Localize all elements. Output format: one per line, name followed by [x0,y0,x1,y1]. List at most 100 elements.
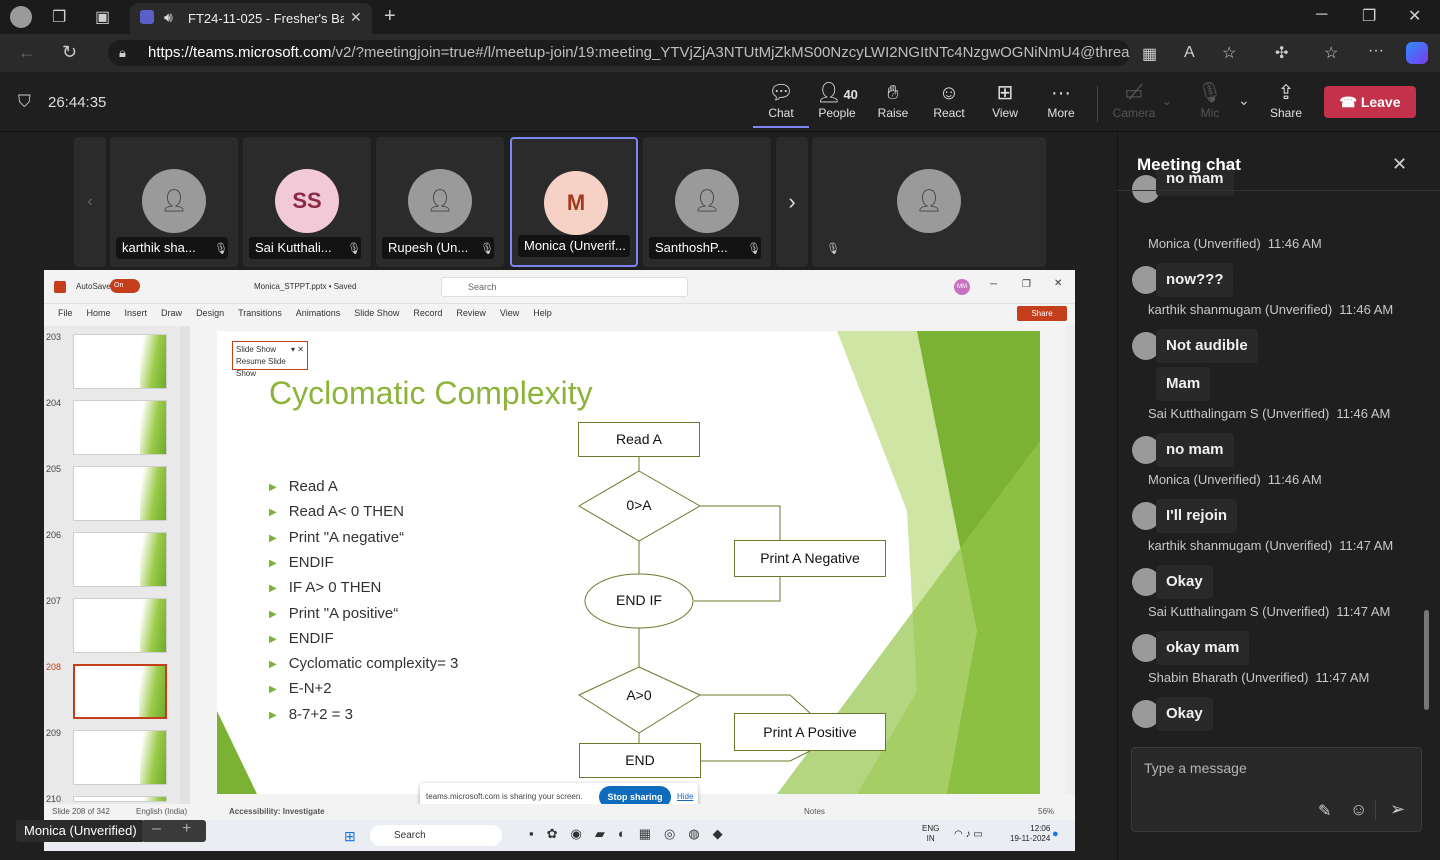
ppt-minimize-icon[interactable]: ─ [990,279,997,290]
ribbon-tab[interactable]: Animations [296,308,341,318]
message-bubble[interactable]: Okay [1156,697,1213,731]
ribbon-tab[interactable]: File [58,308,73,318]
participant-tile[interactable]: 👤︎ SanthoshP... 🎙︎ [643,137,771,267]
participant-tile-speaking[interactable]: M Monica (Unverif... [510,137,638,267]
new-tab-icon[interactable]: + [384,5,396,28]
copilot-icon[interactable] [1406,42,1428,64]
notes-button[interactable]: Notes [804,807,825,816]
autosave-toggle[interactable]: On [110,279,140,293]
participant-tile[interactable]: 👤︎ Rupesh (Un... 🎙︎ [376,137,504,267]
close-chat-icon[interactable]: ✕ [1392,154,1407,175]
read-aloud-icon[interactable]: A [1184,44,1195,62]
leave-button[interactable]: ☎︎ Leave [1324,86,1416,118]
lock-icon[interactable]: 🔒︎ [119,45,126,61]
close-tab-icon[interactable]: ✕ [350,9,362,26]
message-bubble[interactable]: Mam [1156,367,1211,401]
hide-link[interactable]: Hide [677,792,693,801]
slide-thumbnail[interactable] [73,532,167,587]
thumbs-scrollbar[interactable] [180,326,190,804]
ribbon-tab[interactable]: Record [413,308,442,318]
camera-options-chevron-icon[interactable]: ⌄ [1162,94,1172,108]
message-bubble[interactable]: now??? [1156,263,1234,297]
participant-tile[interactable]: 👤︎ 🎙︎ [812,137,1046,267]
start-icon[interactable]: ⊞ [344,828,356,845]
restore-icon[interactable]: ❐ [1362,6,1376,26]
minimize-self-icon[interactable]: – [152,820,161,838]
network-icon[interactable]: ◠ ♪ ▭ [954,829,983,840]
refresh-icon[interactable]: ↻ [62,42,77,63]
settings-more-icon[interactable]: ··· [1368,42,1384,60]
slide-thumbnail[interactable] [73,730,167,785]
tiles-prev-icon[interactable]: ‹ [74,137,106,267]
self-view-controls[interactable]: – + [142,820,206,842]
workspaces-icon[interactable]: ❐ [52,7,66,27]
ppt-close-icon[interactable]: ✕ [1054,278,1062,289]
ppt-user-avatar[interactable]: MM [954,279,970,295]
ribbon-tab[interactable]: View [500,308,519,318]
camera-button[interactable]: ▭̸ Camera [1106,80,1162,128]
ribbon-tab[interactable]: Transitions [238,308,282,318]
slide-thumbnail[interactable] [73,664,167,719]
participant-tile[interactable]: SS Sai Kutthali... 🎙︎ [243,137,371,267]
slide-thumbnail[interactable] [73,400,167,455]
minimize-icon[interactable]: ─ [1316,6,1327,24]
slideshow-close-icon[interactable]: ▾ ✕ [291,344,304,356]
message-bubble[interactable]: I'll rejoin [1156,499,1238,533]
close-window-icon[interactable]: ✕ [1408,6,1421,26]
message-bubble[interactable]: Not audible [1156,329,1258,363]
expand-self-icon[interactable]: + [182,820,191,838]
participant-tile[interactable]: 👤︎ karthik sha... 🎙︎ [110,137,238,267]
raise-hand-button[interactable]: ✋︎ Raise [865,80,921,128]
ribbon-tab[interactable]: Design [196,308,224,318]
profile-icon[interactable] [10,6,32,28]
browser-tab-active[interactable]: 🔊︎ FT24-11-025 - Fresher's Batc ✕ [130,3,372,34]
ppt-search[interactable]: Search [441,277,688,297]
share-button[interactable]: ⇪ Share [1258,80,1314,128]
slide-thumbnail[interactable] [73,598,167,653]
more-button[interactable]: ··· More [1033,80,1089,128]
accessibility-status[interactable]: Accessibility: Investigate [229,807,325,816]
message-bubble[interactable]: no mam [1156,433,1234,467]
favorite-icon[interactable]: ☆ [1222,43,1236,63]
format-icon[interactable]: ✎ [1318,801,1331,821]
ribbon-tab[interactable]: Help [533,308,552,318]
slide-thumbnail[interactable] [73,334,167,389]
ribbon-tab[interactable]: Draw [161,308,182,318]
send-icon[interactable]: ➢ [1390,799,1405,820]
speaker-icon[interactable]: 🔊︎ [164,9,173,26]
language-status[interactable]: English (India) [136,807,187,816]
message-bubble[interactable]: Okay [1156,565,1213,599]
ribbon-tab[interactable]: Home [87,308,111,318]
back-icon[interactable]: ← [18,42,36,63]
message-bubble[interactable]: okay mam [1156,631,1250,665]
ribbon-tab[interactable]: Slide Show [354,308,399,318]
favorites-bar-icon[interactable]: ☆ [1324,43,1338,63]
input-language[interactable]: ENG IN [922,824,939,844]
extensions-icon[interactable]: ✣ [1275,43,1288,63]
tab-actions-icon[interactable]: ▣ [95,7,110,27]
message-input[interactable] [1132,748,1421,788]
taskbar-search[interactable]: Search [370,825,502,846]
ppt-share-button[interactable]: Share [1017,306,1067,321]
emoji-icon[interactable]: ☺ [1350,800,1367,820]
notifications-icon[interactable]: ● [1052,828,1059,840]
tiles-next-icon[interactable]: › [776,137,808,267]
ribbon-tab[interactable]: Insert [125,308,148,318]
chat-scrollbar[interactable] [1424,610,1429,710]
slide-scrollbar[interactable] [1065,326,1075,794]
react-button[interactable]: ☺ React [921,80,977,128]
people-button[interactable]: 👤︎ 40 People [809,80,865,128]
chat-button[interactable]: 💬︎ Chat [753,80,809,128]
ppt-restore-icon[interactable]: ❐ [1022,279,1031,290]
mic-button[interactable]: 🎙︎ Mic [1182,80,1238,128]
url-bar[interactable]: https://teams.microsoft.com/v2/?meetingj… [108,40,1130,66]
mic-options-chevron-icon[interactable]: ⌄ [1238,92,1250,109]
ribbon-tab[interactable]: Review [456,308,486,318]
taskbar-clock[interactable]: 12:06 19-11-2024 [1010,824,1050,844]
zoom-level[interactable]: 56% [1038,807,1054,816]
app-available-icon[interactable]: ▦ [1142,44,1157,64]
view-button[interactable]: ⊞ View [977,80,1033,128]
taskbar-app-icons[interactable]: ▪✿◉▰◐▦◎◍◆ [529,826,736,842]
slide-thumbnail[interactable] [73,796,167,802]
slide-thumbnail[interactable] [73,466,167,521]
